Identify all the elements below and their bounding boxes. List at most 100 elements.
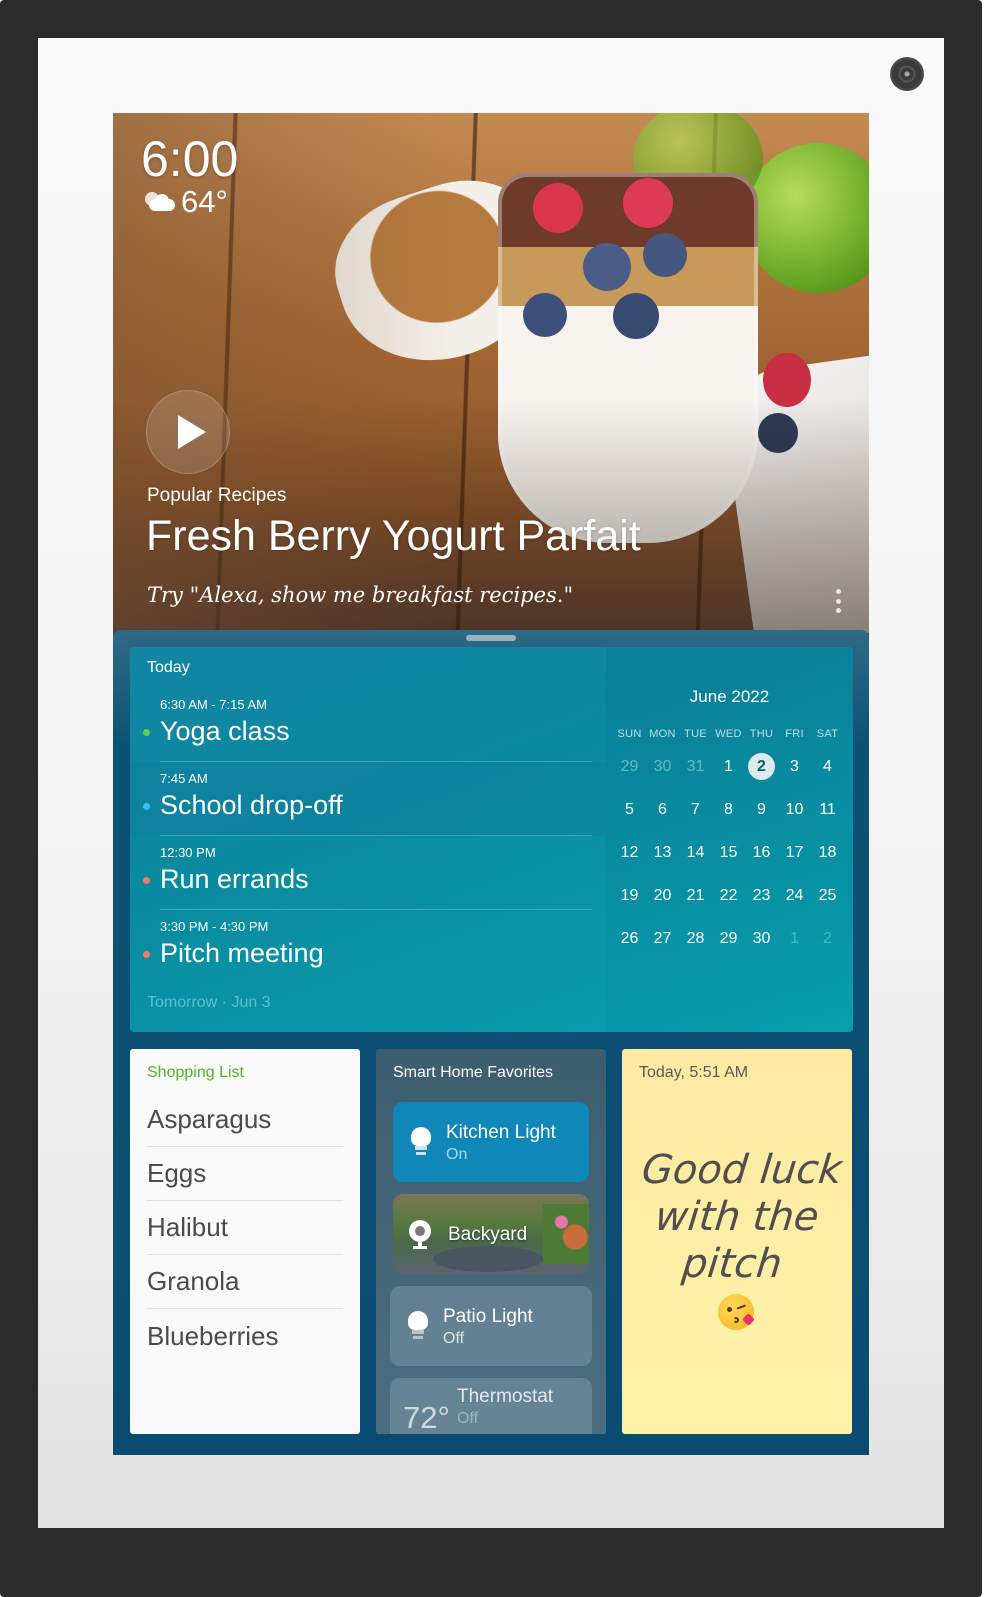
calendar-day[interactable]: 13 bbox=[646, 844, 679, 862]
calendar-day[interactable]: 3 bbox=[778, 758, 811, 776]
event-item[interactable]: 3:30 PM - 4:30 PM Pitch meeting bbox=[130, 910, 606, 984]
calendar-day[interactable]: 19 bbox=[613, 887, 646, 905]
face-blowing-kiss-icon bbox=[718, 1294, 755, 1330]
calendar-week: 19 20 21 22 23 24 25 bbox=[613, 874, 853, 917]
calendar-day[interactable]: 7 bbox=[679, 801, 712, 819]
calendar-day[interactable]: 29 bbox=[613, 758, 646, 776]
device-tile-patio-light[interactable]: Patio Light Off bbox=[390, 1286, 592, 1366]
calendar-day[interactable]: 9 bbox=[745, 801, 778, 819]
calendar-day[interactable]: 8 bbox=[712, 801, 745, 819]
event-color-dot bbox=[143, 951, 150, 958]
calendar-day[interactable]: 30 bbox=[646, 758, 679, 776]
recipe-title[interactable]: Fresh Berry Yogurt Parfait bbox=[146, 511, 641, 561]
event-color-dot bbox=[143, 729, 150, 736]
calendar-day[interactable]: 22 bbox=[712, 887, 745, 905]
calendar-day[interactable]: 29 bbox=[712, 930, 745, 948]
calendar-month: June 2022 bbox=[689, 687, 770, 706]
agenda-card[interactable]: Today 6:30 AM - 7:15 AM Yoga class 7:45 … bbox=[130, 647, 853, 1032]
calendar-day[interactable]: 31 bbox=[679, 758, 712, 776]
shopping-list-title: Shopping List bbox=[147, 1064, 244, 1081]
device-state: Off bbox=[443, 1330, 465, 1347]
device-state: Off bbox=[457, 1410, 479, 1427]
calendar-day[interactable]: 1 bbox=[778, 930, 811, 948]
calendar-day[interactable]: 5 bbox=[613, 801, 646, 819]
more-vertical-icon bbox=[835, 589, 841, 594]
play-icon bbox=[178, 415, 206, 449]
echo-show-device: 6:00 64° Popular Recipes Fresh Berry Yog… bbox=[0, 0, 982, 1597]
agenda-heading: Today bbox=[147, 659, 190, 676]
calendar-day[interactable]: 10 bbox=[778, 801, 811, 819]
calendar-day[interactable]: 24 bbox=[778, 887, 811, 905]
event-item[interactable]: 7:45 AM School drop-off bbox=[130, 762, 606, 836]
calendar-grid: SUN MON TUE WED THU FRI SAT 29 30 31 1 2… bbox=[613, 723, 853, 960]
note-timestamp: Today, 5:51 AM bbox=[639, 1064, 749, 1081]
device-tile-thermostat[interactable]: 72° Thermostat Off bbox=[390, 1378, 592, 1434]
calendar-day[interactable]: 20 bbox=[646, 887, 679, 905]
recipe-hero-card[interactable]: 6:00 64° Popular Recipes Fresh Berry Yog… bbox=[113, 113, 869, 633]
light-bulb-icon bbox=[408, 1311, 428, 1341]
weekday-label: THU bbox=[749, 728, 774, 740]
device-name: Patio Light bbox=[443, 1306, 533, 1327]
calendar-day[interactable]: 16 bbox=[745, 844, 778, 862]
more-options-button[interactable] bbox=[833, 589, 843, 613]
clock-time: 6:00 bbox=[141, 131, 239, 187]
list-item[interactable]: Halibut bbox=[147, 1201, 343, 1255]
calendar-day[interactable]: 27 bbox=[646, 930, 679, 948]
event-title: School drop-off bbox=[160, 790, 343, 820]
device-tile-backyard-camera[interactable]: Backyard bbox=[393, 1194, 589, 1274]
voice-hint: Try "Alexa, show me breakfast recipes." bbox=[147, 583, 574, 607]
event-time: 6:30 AM - 7:15 AM bbox=[160, 697, 267, 712]
calendar-day[interactable]: 23 bbox=[745, 887, 778, 905]
sticky-note-card[interactable]: Today, 5:51 AM Good luck with the pitch bbox=[622, 1049, 852, 1434]
drag-handle[interactable] bbox=[466, 635, 516, 641]
list-item[interactable]: Asparagus bbox=[147, 1093, 343, 1147]
device-tile-kitchen-light[interactable]: Kitchen Light On bbox=[393, 1102, 589, 1182]
play-button[interactable] bbox=[146, 390, 230, 474]
device-state: On bbox=[446, 1146, 468, 1163]
weekday-label: MON bbox=[649, 728, 676, 740]
camera-icon bbox=[409, 1220, 431, 1250]
calendar-day[interactable]: 25 bbox=[811, 887, 844, 905]
calendar-day[interactable]: 12 bbox=[613, 844, 646, 862]
event-color-dot bbox=[143, 803, 150, 810]
today-events: Today 6:30 AM - 7:15 AM Yoga class 7:45 … bbox=[130, 647, 606, 1032]
calendar-day[interactable]: 14 bbox=[679, 844, 712, 862]
list-item[interactable]: Granola bbox=[147, 1255, 343, 1309]
calendar-day[interactable]: 26 bbox=[613, 930, 646, 948]
calendar-day[interactable]: 30 bbox=[745, 930, 778, 948]
list-item[interactable]: Blueberries bbox=[147, 1309, 343, 1363]
event-time: 7:45 AM bbox=[160, 771, 208, 786]
mini-calendar[interactable]: June 2022 SUN MON TUE WED THU FRI SAT 29… bbox=[606, 647, 853, 1032]
weekday-label: TUE bbox=[684, 728, 707, 740]
temperature: 64° bbox=[181, 184, 228, 219]
calendar-day[interactable]: 17 bbox=[778, 844, 811, 862]
calendar-day[interactable]: 18 bbox=[811, 844, 844, 862]
calendar-day-today[interactable]: 2 bbox=[745, 753, 778, 780]
calendar-week: 26 27 28 29 30 1 2 bbox=[613, 917, 853, 960]
weekday-label: SUN bbox=[617, 728, 642, 740]
calendar-day[interactable]: 4 bbox=[811, 758, 844, 776]
device-name: Backyard bbox=[448, 1224, 528, 1245]
calendar-day[interactable]: 28 bbox=[679, 930, 712, 948]
tomorrow-label[interactable]: Tomorrow · Jun 3 bbox=[147, 994, 271, 1012]
list-item[interactable]: Eggs bbox=[147, 1147, 343, 1201]
home-panel: Today 6:30 AM - 7:15 AM Yoga class 7:45 … bbox=[113, 630, 869, 1455]
calendar-day[interactable]: 1 bbox=[712, 758, 745, 776]
calendar-day[interactable]: 6 bbox=[646, 801, 679, 819]
event-item[interactable]: 12:30 PM Run errands bbox=[130, 836, 606, 910]
calendar-week: 5 6 7 8 9 10 11 bbox=[613, 788, 853, 831]
event-item[interactable]: 6:30 AM - 7:15 AM Yoga class bbox=[130, 688, 606, 762]
weekday-label: FRI bbox=[785, 728, 804, 740]
screen: 6:00 64° Popular Recipes Fresh Berry Yog… bbox=[113, 113, 869, 1455]
calendar-week: 12 13 14 15 16 17 18 bbox=[613, 831, 853, 874]
today-marker: 2 bbox=[748, 753, 775, 780]
weather-widget[interactable]: 64° bbox=[143, 185, 228, 219]
calendar-day[interactable]: 21 bbox=[679, 887, 712, 905]
device-name: Kitchen Light bbox=[446, 1122, 556, 1143]
shopping-list-card[interactable]: Shopping List Asparagus Eggs Halibut Gra… bbox=[130, 1049, 360, 1434]
calendar-day[interactable]: 11 bbox=[811, 801, 844, 819]
calendar-day[interactable]: 2 bbox=[811, 930, 844, 948]
calendar-day[interactable]: 15 bbox=[712, 844, 745, 862]
note-text: Good luck with the pitch bbox=[639, 1147, 845, 1287]
event-title: Run errands bbox=[160, 864, 309, 894]
